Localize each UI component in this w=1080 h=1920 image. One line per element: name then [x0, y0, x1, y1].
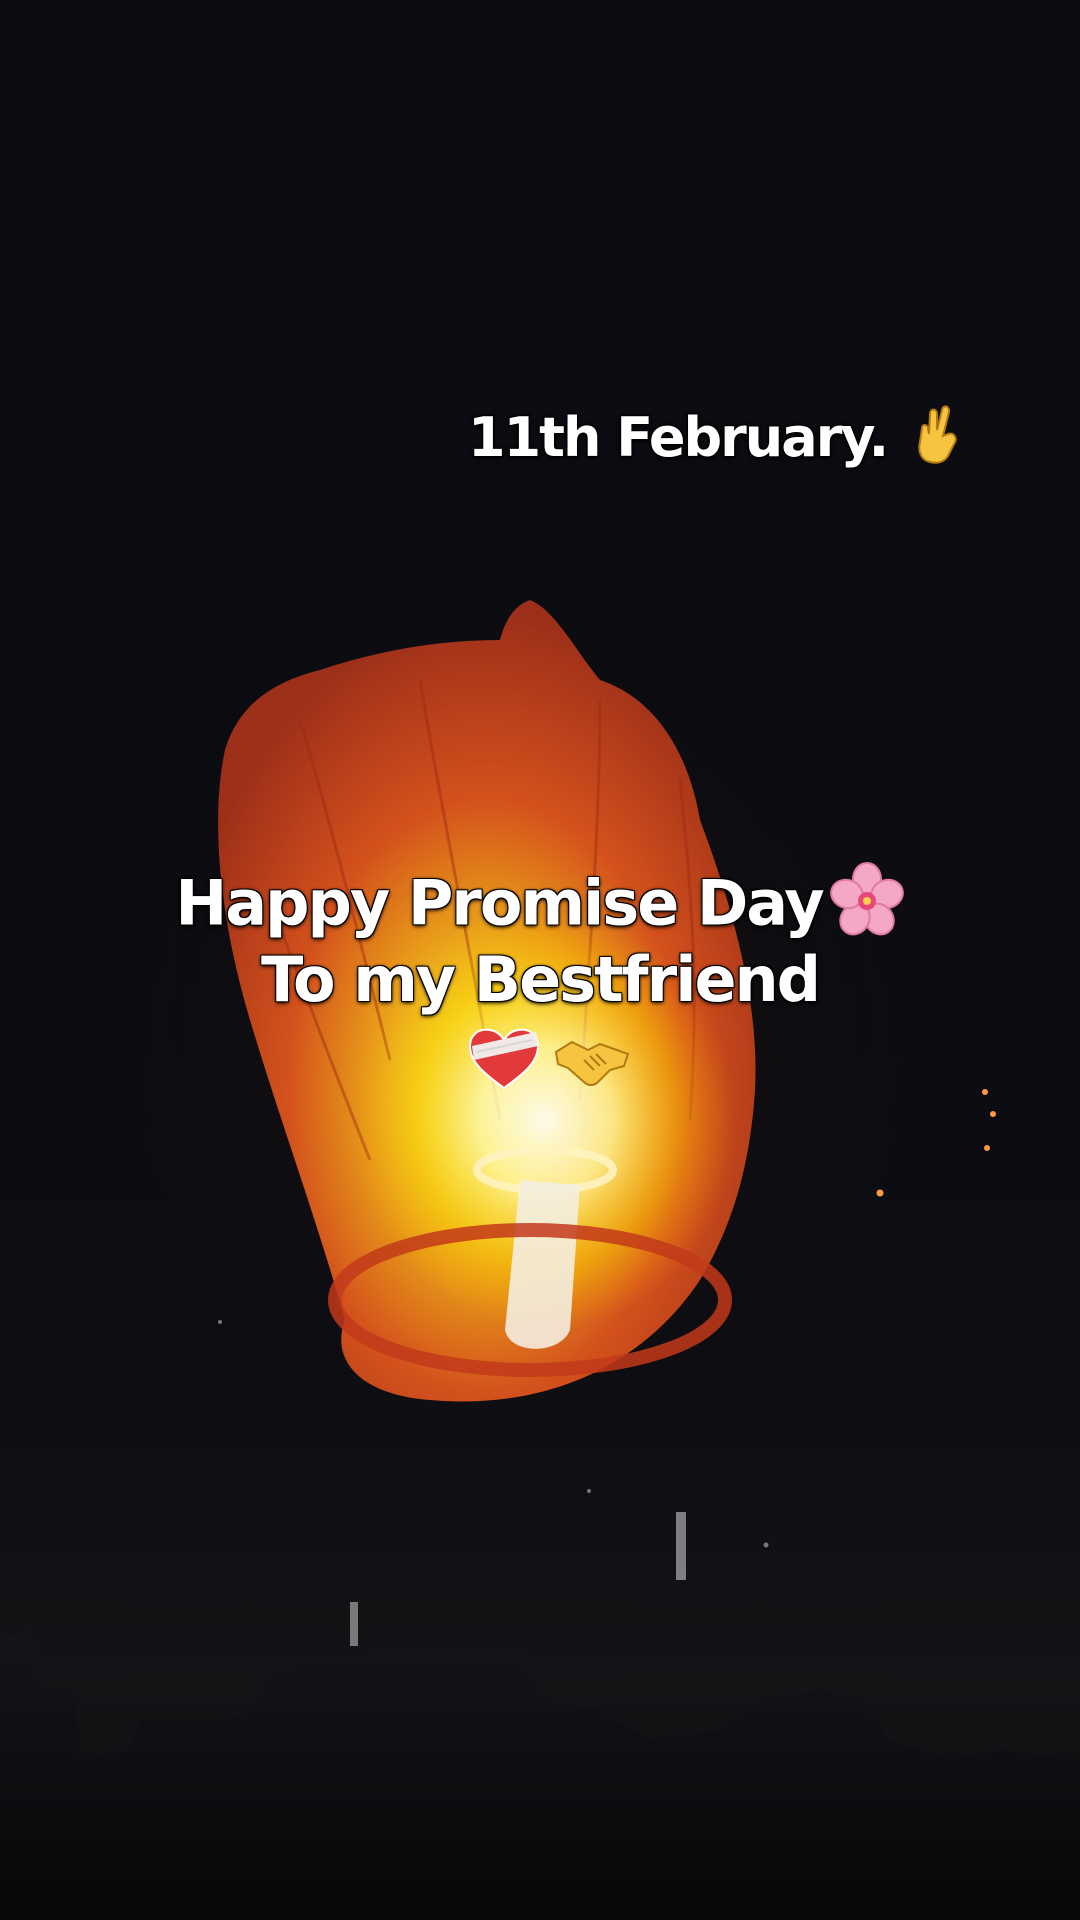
skyline-silhouette: [0, 1630, 1080, 1920]
crossed-fingers-icon: [910, 404, 964, 479]
date-caption: 11th February.: [468, 404, 964, 479]
greeting-line-1: Happy Promise Day: [0, 862, 1080, 953]
handshake-icon: [554, 1030, 630, 1095]
mending-heart-icon: [466, 1026, 542, 1097]
greeting-line-1-text: Happy Promise Day: [175, 866, 824, 940]
cherry-blossom-icon: [829, 862, 905, 953]
greeting-line-2: To my Bestfriend: [0, 943, 1080, 1016]
greeting-line-2-text: To my Bestfriend: [260, 943, 821, 1016]
photo-scene: 11th February. Happy Promise Day To my B…: [0, 0, 1080, 1920]
emoji-row: [466, 1026, 636, 1092]
date-text: 11th February.: [468, 406, 889, 470]
